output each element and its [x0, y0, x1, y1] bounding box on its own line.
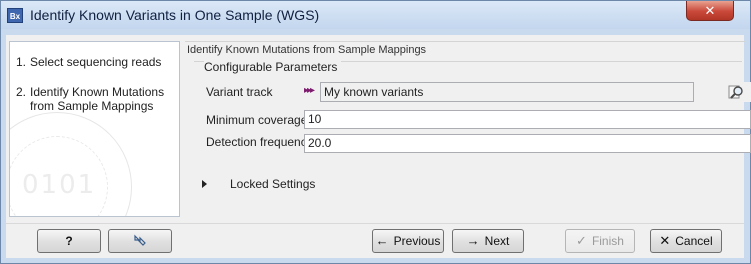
- next-button[interactable]: → Next: [452, 229, 524, 253]
- cancel-label: Cancel: [675, 234, 713, 248]
- check-icon: ✓: [576, 233, 587, 248]
- close-x-icon: ✕: [659, 233, 671, 248]
- previous-button[interactable]: ← Previous: [372, 229, 444, 253]
- minimum-coverage-label: Minimum coverage: [206, 113, 308, 127]
- arrow-right-icon: →: [466, 233, 480, 248]
- previous-label: Previous: [393, 234, 441, 248]
- title-bar[interactable]: Bx Identify Known Variants in One Sample…: [1, 1, 750, 29]
- footer-divider: [6, 223, 744, 224]
- step-label-line2: from Sample Mappings: [30, 99, 154, 113]
- section-title: Identify Known Mutations from Sample Map…: [187, 44, 427, 56]
- reset-icon: [134, 234, 146, 246]
- cancel-button[interactable]: ✕ Cancel: [650, 229, 722, 253]
- step-number: 2.: [16, 85, 27, 99]
- help-button[interactable]: ?: [37, 229, 101, 253]
- step-content: Identify Known Mutations from Sample Map…: [185, 41, 751, 217]
- reset-button[interactable]: [108, 229, 172, 253]
- watermark-digits: 0101: [22, 170, 97, 200]
- app-icon: Bx: [7, 8, 23, 23]
- expand-triangle-icon: [202, 180, 207, 188]
- variant-track-value[interactable]: My known variants: [320, 82, 694, 102]
- variant-track-label: Variant track: [206, 85, 273, 99]
- steps-panel: 0101 1. Select sequencing reads 2. Ident…: [9, 41, 180, 217]
- arrow-left-icon: ←: [375, 233, 389, 248]
- browse-icon[interactable]: [728, 83, 746, 101]
- finish-button[interactable]: ✓ Finish: [565, 229, 635, 253]
- step-label: Identify Known Mutations: [30, 85, 165, 99]
- section-divider: [185, 41, 745, 42]
- variant-track-field: ▸▸▸ My known variants: [304, 82, 751, 102]
- finish-label: Finish: [591, 234, 624, 248]
- step-label: Select sequencing reads: [30, 55, 162, 69]
- configurable-parameters-group: Configurable Parameters Variant track ▸▸…: [194, 60, 751, 173]
- locked-settings-label: Locked Settings: [230, 177, 316, 191]
- step-number: 1.: [16, 55, 27, 69]
- track-icon: ▸▸▸: [304, 85, 315, 96]
- group-title: Configurable Parameters: [204, 60, 342, 74]
- close-button[interactable]: ✕: [686, 1, 734, 21]
- window-title: Identify Known Variants in One Sample (W…: [30, 7, 320, 23]
- minimum-coverage-input[interactable]: 10: [304, 110, 751, 129]
- detection-frequency-input[interactable]: 20.0: [304, 134, 751, 153]
- next-label: Next: [484, 234, 510, 248]
- detection-frequency-label: Detection frequency: [206, 135, 313, 149]
